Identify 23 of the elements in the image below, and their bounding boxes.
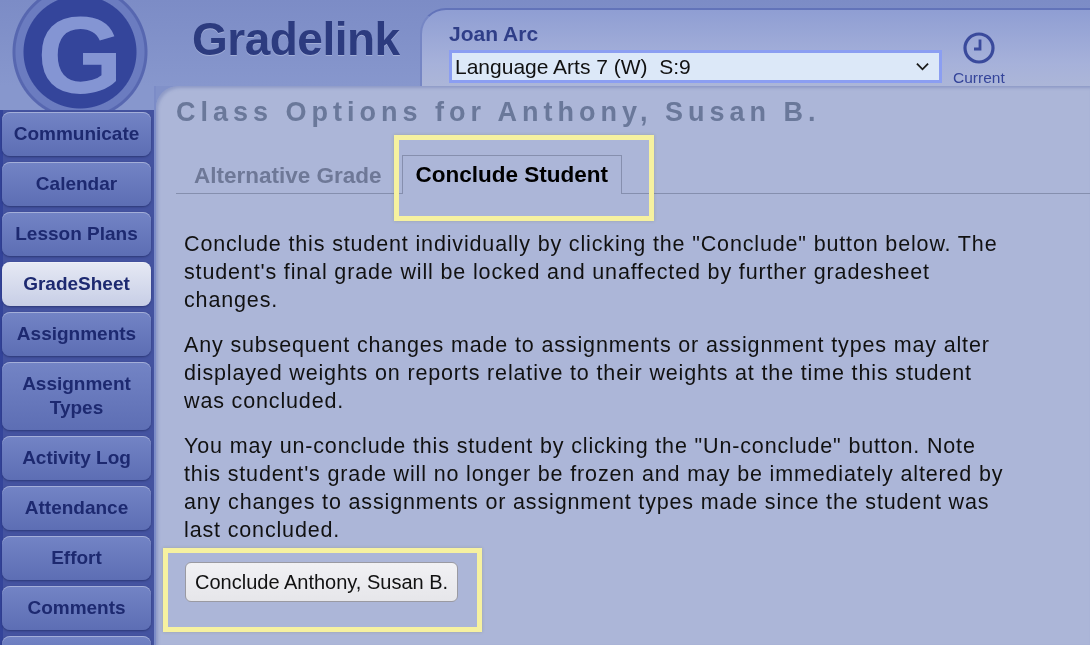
user-name: Joan Arc [449,22,539,46]
sidebar-button[interactable]: GradeSheet [2,262,151,306]
sidebar-button[interactable]: Lesson Plans [2,212,151,256]
caret-icon [916,62,929,71]
sidebar-button[interactable]: Activity Log [2,436,151,480]
clock-icon [962,32,995,64]
paragraph: You may un-conclude this student by clicking the "Un-conclude" button. Note this student's grade will no longer be frozen and may be immediately altered by any changes to assignments or assignment types made since the student was last concluded. [184,433,1005,544]
sidebar-button[interactable]: Assignments [2,312,151,356]
class-select[interactable]: Language Arts 7 (W) S:9 [449,50,942,83]
sidebar-button[interactable]: Comments [2,586,151,630]
sidebar-button[interactable]: Calendar [2,162,151,206]
sidebar-button[interactable]: Communicate [2,112,151,156]
current-term-button[interactable]: Current [953,32,1005,87]
paragraph: Conclude this student individually by clicking the "Conclude" button below. The student's final grade will be locked and unaffected by further gradesheet changes. [184,231,999,314]
tab[interactable]: Alternative Grade [180,156,396,194]
tab[interactable]: Conclude Student [401,155,623,194]
sidebar-button[interactable]: Attendance [2,486,151,530]
sidebar-button[interactable]: Assignment Types [2,362,151,430]
paragraph: Any subsequent changes made to assignments or assignment types may alter displayed weights on reports relative to their weights at the time this student was concluded. [184,332,991,415]
page-title: Class Options for Anthony, Susan B. [176,96,822,128]
sidebar-button[interactable]: Effort [2,536,151,580]
brand-name: Gradelink [192,14,400,64]
conclude-button[interactable]: Conclude Anthony, Susan B. [185,562,459,602]
